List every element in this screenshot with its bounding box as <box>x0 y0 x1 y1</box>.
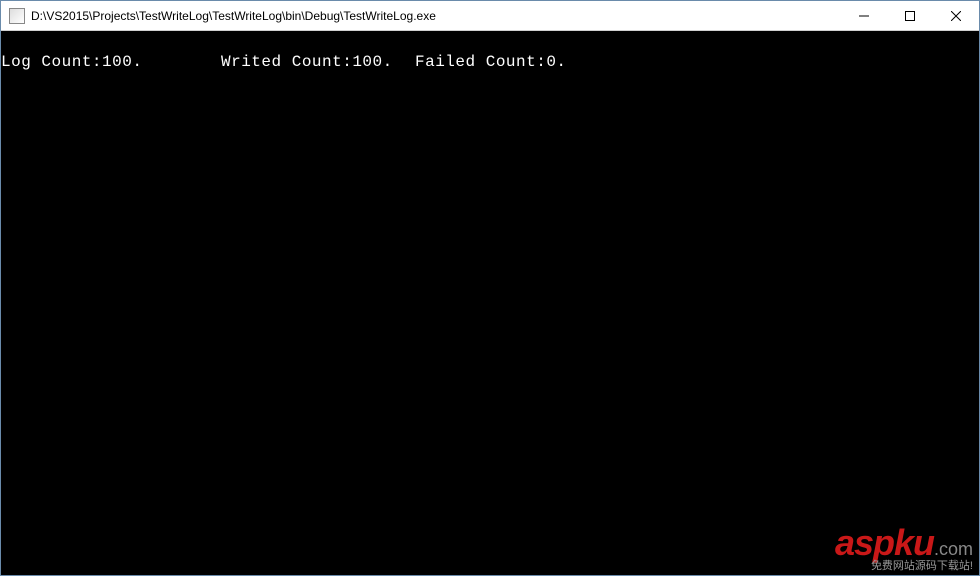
failed-count-label: Failed Count: <box>415 53 546 71</box>
console-output: Log Count:100.Writed Count:100.Failed Co… <box>1 31 979 575</box>
log-count-segment: Log Count:100. <box>1 53 221 71</box>
minimize-icon <box>859 11 869 21</box>
window-controls <box>841 1 979 30</box>
minimize-button[interactable] <box>841 1 887 30</box>
maximize-icon <box>905 11 915 21</box>
watermark-suffix: .com <box>934 539 973 559</box>
watermark-brand-text: aspku <box>835 522 934 563</box>
failed-count-value: 0. <box>546 53 566 71</box>
writed-count-value: 100. <box>352 53 392 71</box>
log-count-value: 100. <box>102 53 142 71</box>
log-count-label: Log Count: <box>1 53 102 71</box>
writed-count-label: Writed Count: <box>221 53 352 71</box>
console-line: Log Count:100.Writed Count:100.Failed Co… <box>1 31 979 71</box>
titlebar: D:\VS2015\Projects\TestWriteLog\TestWrit… <box>1 1 979 31</box>
watermark-brand: aspku.com <box>835 527 973 559</box>
console-window: D:\VS2015\Projects\TestWriteLog\TestWrit… <box>0 0 980 576</box>
window-title: D:\VS2015\Projects\TestWriteLog\TestWrit… <box>31 9 841 23</box>
failed-count-segment: Failed Count:0. <box>415 53 567 71</box>
close-icon <box>951 11 961 21</box>
watermark-tagline: 免费网站源码下载站! <box>835 557 973 573</box>
watermark: aspku.com 免费网站源码下载站! <box>835 527 973 573</box>
writed-count-segment: Writed Count:100. <box>221 53 415 71</box>
close-button[interactable] <box>933 1 979 30</box>
app-icon <box>9 8 25 24</box>
maximize-button[interactable] <box>887 1 933 30</box>
